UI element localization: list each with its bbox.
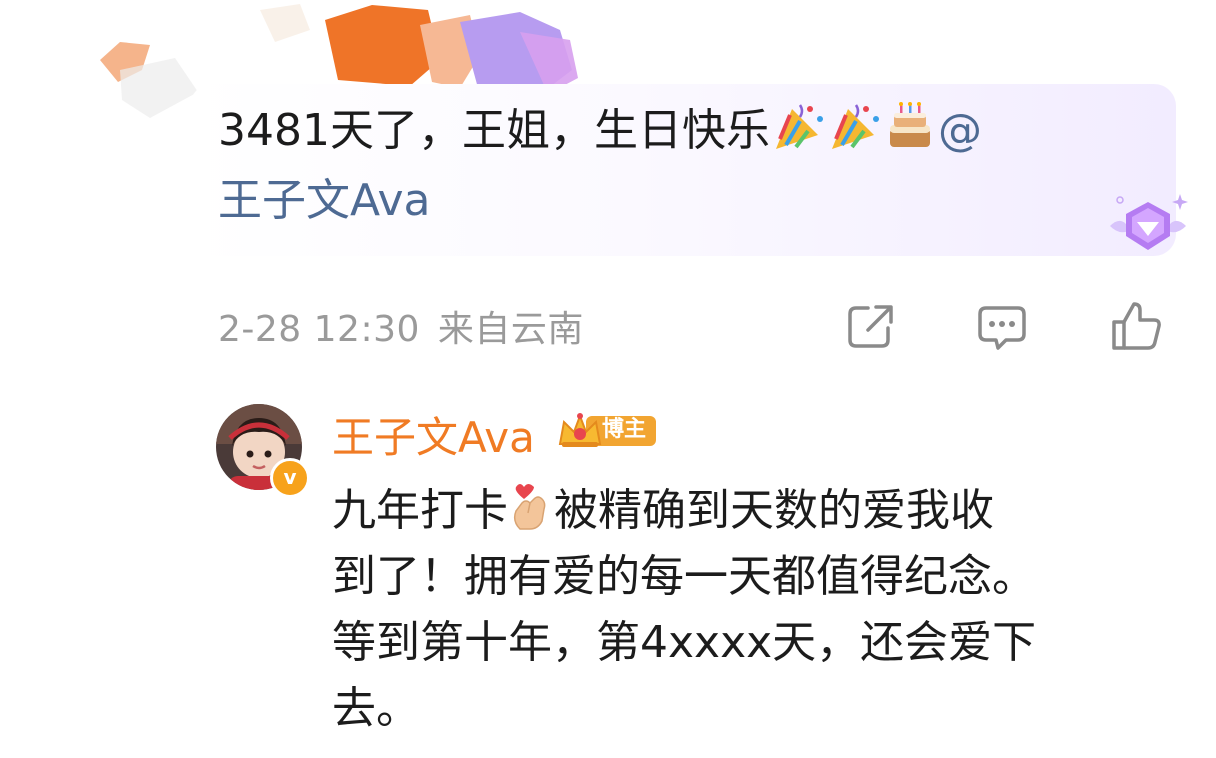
comment-timestamp: 2-28 12:30 [218,309,420,350]
blogger-badge-label: 博主 [601,417,646,442]
comment-body: 3481天了，王姐，生日快乐 @ 王子文Ava [218,96,1138,236]
reply-body: 九年打卡 被精确到天数的爱我收 到了！拥有爱的每一天都值得纪念。 等到第十年，第… [332,478,1182,742]
reply-text-line1a: 九年打卡 [332,485,508,536]
share-icon [848,305,893,348]
reply-author-name[interactable]: 王子文Ava [332,404,535,465]
reply-button[interactable] [974,298,1030,354]
comment-icon [978,306,1026,350]
diamond-badge-icon [1110,194,1188,250]
share-button[interactable] [842,298,898,354]
thumbs-up-icon [1112,302,1161,350]
comment-text-line1: 3481天了，王姐，生日快乐 [218,105,770,156]
mention-link[interactable]: 王子文Ava [218,175,431,226]
party-popper-icon [775,104,823,149]
party-popper-icon [831,104,879,149]
comment-location: 来自云南 [437,309,584,350]
reply-text-line3: 等到第十年，第4xxxx天，还会爱下 [332,617,1037,668]
reply-text-line2: 到了！拥有爱的每一天都值得纪念。 [332,551,1036,602]
reply-text-line1b: 被精确到天数的爱我收 [554,485,994,536]
comment-meta: 2-28 12:30 来自云南 [218,300,584,352]
reply-text-line4: 去。 [332,683,420,734]
like-button[interactable] [1108,298,1164,354]
birthday-cake-icon [889,102,930,147]
mention-at[interactable]: @ [938,105,982,156]
verified-badge: v [270,458,310,498]
finger-heart-icon [513,484,546,530]
